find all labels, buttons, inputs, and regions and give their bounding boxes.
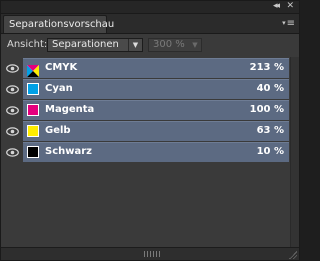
- separation-name: Cyan: [45, 83, 73, 94]
- separation-row-body: CMYK 213 %: [23, 58, 289, 78]
- view-mode-dropdown[interactable]: Separationen ▼: [47, 38, 143, 52]
- separation-row-body: Schwarz 10 %: [23, 142, 289, 162]
- separation-row-cmyk[interactable]: CMYK 213 %: [3, 58, 289, 78]
- visibility-eye-icon[interactable]: [3, 142, 22, 162]
- scrollbar[interactable]: [290, 57, 299, 247]
- yellow-swatch-icon: [27, 125, 39, 137]
- separation-row-body: Magenta 100 %: [23, 100, 289, 120]
- separation-row-black[interactable]: Schwarz 10 %: [3, 142, 289, 162]
- separations-preview-panel: ◂◂ ✕ Separationsvorschau ▾≡ Ansicht: Sep…: [0, 0, 300, 261]
- view-row: Ansicht: Separationen ▼ 300 % ▼: [1, 34, 299, 56]
- chevron-down-icon: ▼: [192, 41, 198, 49]
- separation-row-cyan[interactable]: Cyan 40 %: [3, 79, 289, 99]
- black-swatch-icon: [27, 146, 39, 158]
- separation-row-body: Cyan 40 %: [23, 79, 289, 99]
- panel-bottom-bar: [1, 247, 299, 260]
- separation-row-magenta[interactable]: Magenta 100 %: [3, 100, 289, 120]
- zoom-value: 300 %: [153, 39, 185, 50]
- separation-row-yellow[interactable]: Gelb 63 %: [3, 121, 289, 141]
- view-label: Ansicht:: [7, 39, 48, 50]
- panel-title-strip: ◂◂ ✕: [1, 1, 299, 14]
- separation-name: Schwarz: [45, 146, 92, 157]
- separation-coverage: 100 %: [249, 104, 284, 115]
- resize-corner-icon[interactable]: [289, 251, 297, 259]
- cmyk-swatch-icon: [27, 62, 39, 77]
- separation-name: CMYK: [45, 62, 78, 73]
- separation-coverage: 40 %: [256, 83, 284, 94]
- visibility-eye-icon[interactable]: [3, 79, 22, 99]
- separation-coverage: 10 %: [256, 146, 284, 157]
- tab-separations-preview[interactable]: Separationsvorschau: [3, 15, 114, 33]
- collapse-panel-icon[interactable]: ◂◂: [273, 1, 280, 13]
- separation-row-body: Gelb 63 %: [23, 121, 289, 141]
- cyan-swatch-icon: [27, 83, 39, 95]
- resize-grip-icon[interactable]: [144, 251, 160, 257]
- separation-coverage: 63 %: [256, 125, 284, 136]
- separation-name: Gelb: [45, 125, 71, 136]
- visibility-eye-icon[interactable]: [3, 121, 22, 141]
- view-mode-value: Separationen: [52, 39, 119, 50]
- zoom-dropdown[interactable]: 300 % ▼: [148, 38, 202, 52]
- close-icon[interactable]: ✕: [286, 1, 294, 13]
- chevron-down-icon: ▼: [128, 39, 142, 51]
- visibility-eye-icon[interactable]: [3, 100, 22, 120]
- panel-menu-button[interactable]: ▾≡: [282, 14, 295, 33]
- separations-list: CMYK 213 % Cyan 40 % Magenta 100 % Gelb …: [3, 58, 289, 163]
- menu-lines-icon: ≡: [286, 18, 295, 29]
- magenta-swatch-icon: [27, 104, 39, 116]
- separation-coverage: 213 %: [249, 62, 284, 73]
- tab-bar: Separationsvorschau ▾≡: [1, 14, 299, 34]
- separation-name: Magenta: [45, 104, 95, 115]
- visibility-eye-icon[interactable]: [3, 58, 22, 78]
- chevron-down-icon: ▾: [282, 19, 286, 27]
